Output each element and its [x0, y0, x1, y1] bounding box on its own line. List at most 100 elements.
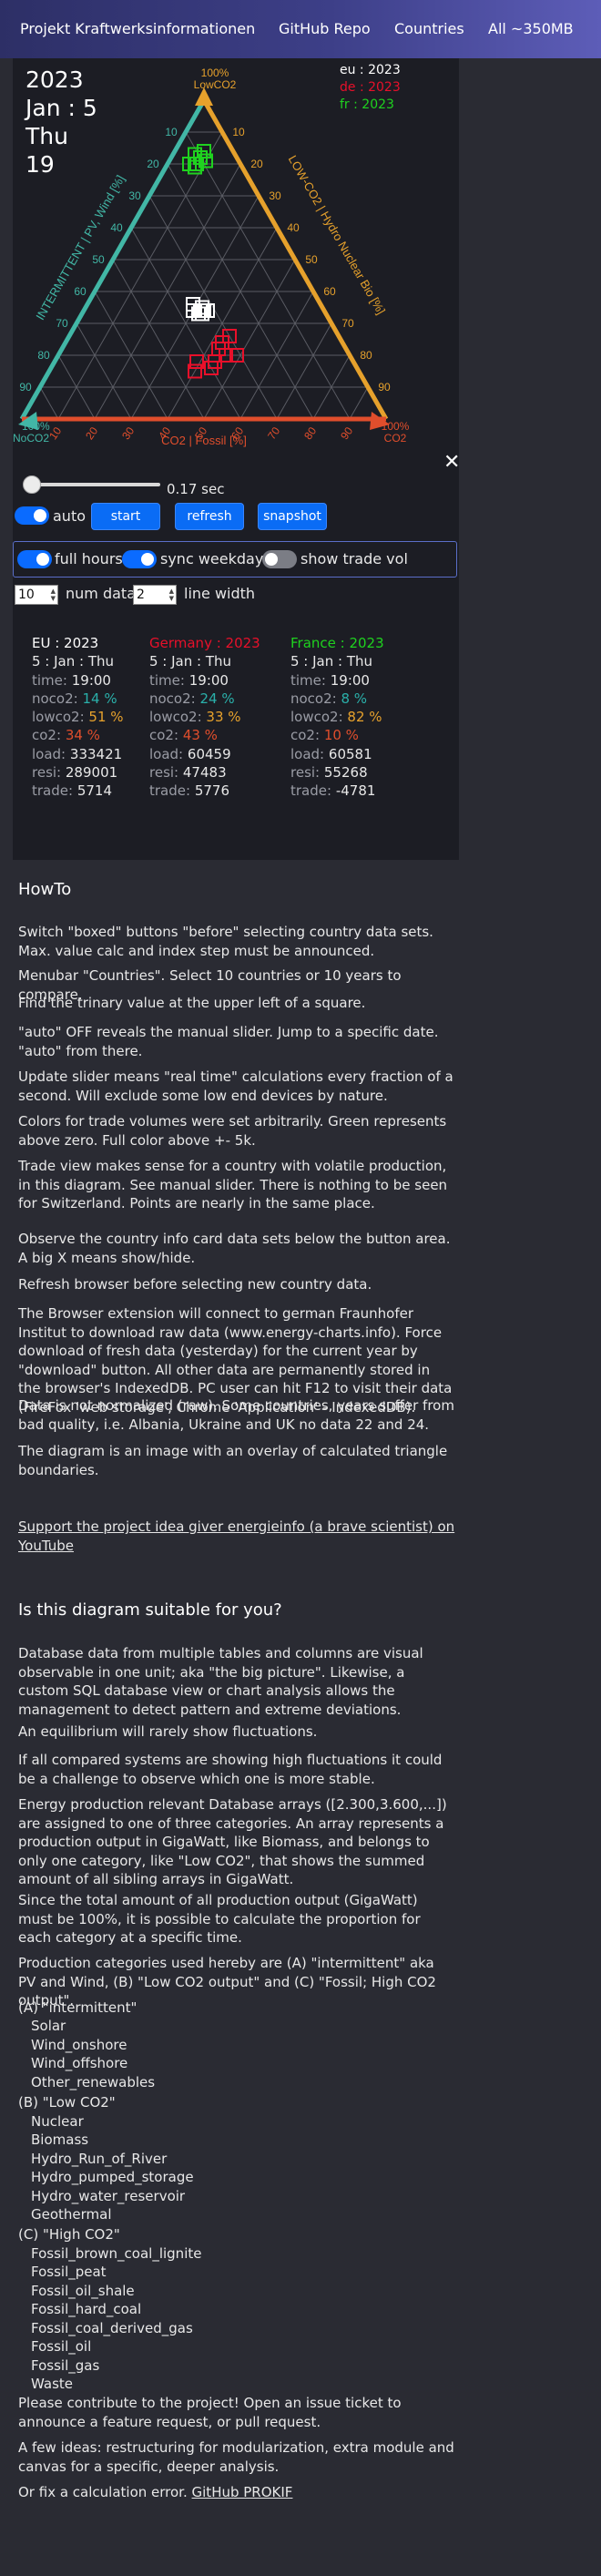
- legend-fr: fr : 2023: [340, 97, 394, 112]
- card-trade: 5776: [194, 782, 230, 800]
- time-slider-track[interactable]: [25, 483, 160, 486]
- refresh-button[interactable]: refresh: [175, 503, 244, 530]
- fix-paragraph: Or fix a calculation error. GitHub PROKI…: [18, 2483, 455, 2502]
- howto-paragraph: Data is not normalized (raw). Some count…: [18, 1397, 454, 1433]
- github-prokif-link[interactable]: GitHub PROKIF: [192, 2484, 293, 2500]
- full-hours-label: full hours: [55, 550, 123, 567]
- list-item: Solar: [31, 2018, 66, 2034]
- date-hour: 19: [25, 151, 55, 178]
- line-width-input[interactable]: 2 ▲ ▼: [133, 585, 177, 605]
- card-title: EU : 2023: [32, 635, 99, 651]
- card-key-noco2: noco2:: [290, 690, 337, 707]
- info-card-eu: EU : 2023 5 : Jan : Thu time: 19:00 noco…: [32, 634, 124, 801]
- card-key-co2: co2:: [290, 727, 321, 744]
- tick-label-right: 90: [378, 381, 391, 394]
- info-card-fr: France : 2023 5 : Jan : Thu time: 19:00 …: [290, 634, 384, 801]
- show-trade-vol-toggle[interactable]: [262, 550, 297, 568]
- corner-top-label: LowCO2: [194, 78, 237, 91]
- card-key-noco2: noco2:: [32, 690, 78, 707]
- card-resi: 47483: [182, 764, 227, 782]
- nav-link-github[interactable]: GitHub Repo: [279, 20, 371, 37]
- card-trade: -4781: [335, 782, 376, 800]
- card-noco2: 24 %: [199, 690, 235, 707]
- grid-line: [39, 386, 59, 420]
- nav-link-all-data[interactable]: All ~350MB: [488, 20, 574, 37]
- card-key-time: time:: [149, 671, 185, 689]
- list-item: Nuclear: [31, 2113, 84, 2130]
- card-day: 5 : Jan : Thu: [149, 653, 232, 670]
- tick-label-bottom: 30: [119, 424, 137, 442]
- howto-paragraph: The diagram is an image with an overlay …: [18, 1443, 448, 1478]
- card-noco2: 14 %: [82, 690, 117, 707]
- left-axis-title: INTERMITTENT | PV, Wind [%]: [33, 173, 127, 322]
- full-hours-toggle[interactable]: [17, 550, 52, 568]
- suitable-paragraph: Since the total amount of all production…: [18, 1892, 421, 1946]
- card-key-trade: trade:: [149, 782, 191, 800]
- date-monthday: Jan : 5: [25, 95, 97, 121]
- auto-toggle[interactable]: [15, 506, 49, 525]
- bottom-axis-title: CO2 | Fossil [%]: [161, 434, 247, 447]
- card-load: 333421: [69, 745, 123, 762]
- card-key-resi: resi:: [32, 764, 62, 782]
- howto-paragraph: Switch "boxed" buttons "before" selectin…: [18, 924, 433, 959]
- tick-label-left: 20: [147, 158, 159, 170]
- list-item: Biomass: [31, 2131, 89, 2148]
- list-item: Fossil_gas: [31, 2357, 100, 2374]
- sync-weekday-toggle[interactable]: [122, 550, 157, 568]
- tick-label-right: 30: [269, 189, 281, 202]
- show-trade-vol-label: show trade vol: [300, 550, 408, 567]
- list-item: Fossil_coal_derived_gas: [31, 2320, 193, 2336]
- howto-paragraph: Refresh browser before selecting new cou…: [18, 1276, 372, 1293]
- grid-line: [276, 322, 332, 420]
- grid-line: [203, 259, 296, 420]
- list-item: Hydro_water_reservoir: [31, 2188, 186, 2204]
- card-time: 19:00: [188, 671, 229, 689]
- list-item: Hydro_pumped_storage: [31, 2169, 194, 2185]
- card-time: 19:00: [330, 671, 370, 689]
- corner-right-percent: 100%: [382, 420, 410, 433]
- snapshot-button[interactable]: snapshot: [258, 503, 327, 530]
- card-title: Germany : 2023: [149, 635, 260, 651]
- tick-label-left: 40: [110, 221, 123, 234]
- card-key-resi: resi:: [149, 764, 179, 782]
- card-noco2: 8 %: [341, 690, 368, 707]
- corner-left-label: NoCO2: [13, 432, 49, 445]
- start-button[interactable]: start: [91, 503, 160, 530]
- nav-brand[interactable]: Projekt Kraftwerksinformationen: [20, 20, 255, 37]
- howto-paragraph: Colors for trade volumes were set arbitr…: [18, 1113, 447, 1149]
- card-key-lowco2: lowco2:: [32, 709, 85, 726]
- close-icon[interactable]: ✕: [443, 451, 460, 474]
- tick-label-bottom: 80: [301, 424, 319, 442]
- legend-de: de : 2023: [340, 80, 401, 95]
- info-card-de: Germany : 2023 5 : Jan : Thu time: 19:00…: [149, 634, 260, 801]
- suitable-paragraph: Energy production relevant Database arra…: [18, 1796, 447, 1887]
- tick-label-right: 80: [360, 349, 372, 362]
- auto-label: auto: [53, 507, 87, 525]
- list-item: Fossil_oil_shale: [31, 2283, 135, 2299]
- line-width-spin-icon[interactable]: ▲ ▼: [169, 588, 174, 602]
- card-key-trade: trade:: [32, 782, 74, 800]
- tick-label-left: 90: [19, 381, 32, 394]
- tick-label-right: 50: [305, 253, 318, 266]
- card-key-time: time:: [32, 671, 67, 689]
- num-data-spin-icon[interactable]: ▲ ▼: [51, 588, 56, 602]
- card-time: 19:00: [71, 671, 111, 689]
- card-title: France : 2023: [290, 635, 384, 651]
- support-youtube-link[interactable]: Support the project idea giver energiein…: [18, 1518, 455, 1555]
- legend-eu: eu : 2023: [340, 63, 401, 77]
- num-data-input[interactable]: 10 ▲ ▼: [15, 585, 58, 605]
- card-co2: 34 %: [65, 727, 100, 744]
- corner-top-percent: 100%: [201, 66, 229, 79]
- list-item: Waste: [31, 2376, 73, 2392]
- tick-label-right: 60: [323, 285, 336, 298]
- howto-paragraph: Observe the country info card data sets …: [18, 1231, 451, 1266]
- tick-label-right: 40: [287, 221, 300, 234]
- card-day: 5 : Jan : Thu: [32, 653, 115, 670]
- category-a-heading: (A) "intermittent": [18, 1999, 138, 2016]
- card-trade: 5714: [76, 782, 113, 800]
- grid-line: [76, 322, 132, 420]
- howto-paragraph: Find the trinary value at the upper left…: [18, 995, 366, 1011]
- nav-link-countries[interactable]: Countries: [394, 20, 464, 37]
- list-item: Other_renewables: [31, 2074, 156, 2090]
- card-resi: 55268: [323, 764, 368, 782]
